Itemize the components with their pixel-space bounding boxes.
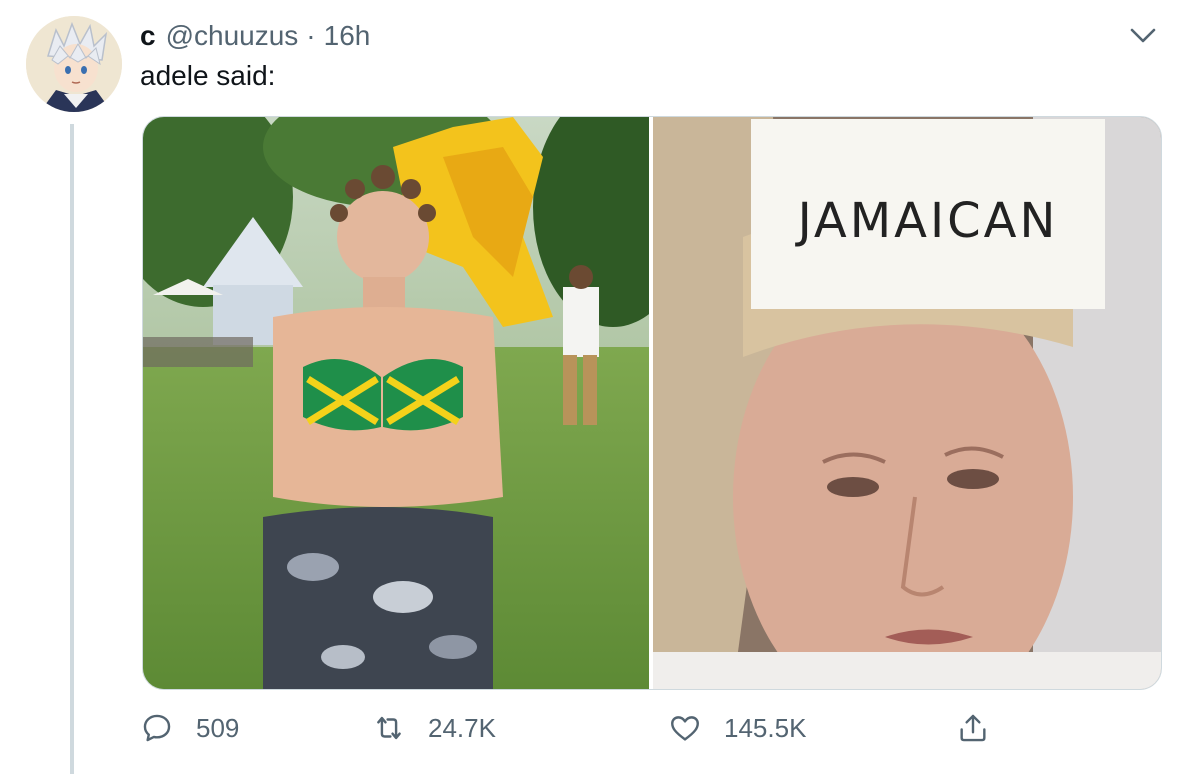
media-grid: JAMAICAN (142, 116, 1162, 690)
photo-illustration-right: JAMAICAN (653, 117, 1161, 689)
heart-icon (671, 716, 699, 741)
reply-button[interactable]: 509 (140, 704, 239, 752)
retweet-icon (377, 716, 401, 740)
retweet-count: 24.7K (428, 712, 496, 743)
media-photo-right[interactable]: JAMAICAN (653, 117, 1161, 689)
thread-line (70, 124, 74, 774)
retweet-button[interactable]: 24.7K (372, 704, 496, 752)
tweet-header: c @chuuzus · 16h (140, 18, 370, 54)
handle[interactable]: @chuuzus (166, 20, 299, 52)
display-name[interactable]: c (140, 20, 156, 52)
reply-icon (143, 714, 171, 742)
separator: · (306, 20, 316, 51)
sign-text: JAMAICAN (795, 193, 1059, 249)
like-count: 145.5K (724, 712, 807, 743)
avatar[interactable] (26, 16, 122, 112)
share-icon (960, 714, 986, 742)
timestamp[interactable]: 16h (324, 20, 371, 52)
photo-illustration-left (143, 117, 649, 689)
share-button[interactable] (956, 704, 1012, 752)
chevron-down-icon[interactable] (1128, 22, 1158, 48)
like-button[interactable]: 145.5K (668, 704, 806, 752)
action-bar: 509 24.7K 145.5K (140, 704, 1020, 752)
reply-count: 509 (196, 712, 240, 743)
media-photo-left[interactable] (143, 117, 649, 689)
tweet-text: adele said: (140, 60, 276, 91)
avatar-illustration (26, 16, 122, 112)
